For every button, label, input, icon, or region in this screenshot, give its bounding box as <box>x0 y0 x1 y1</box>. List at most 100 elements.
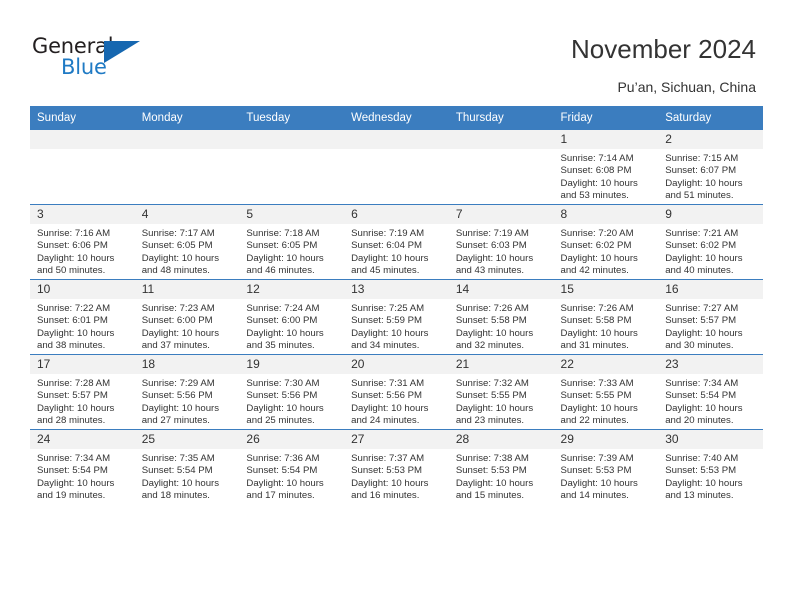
day-info-sunrise: Sunrise: 7:24 AM <box>246 303 320 314</box>
day-info-sunset: Sunset: 6:04 PM <box>351 240 423 252</box>
day-info-daylight2: and 13 minutes. <box>665 490 734 502</box>
day-info-sunrise: Sunrise: 7:40 AM <box>665 453 739 464</box>
day-info-sunset: Sunset: 5:55 PM <box>455 390 527 402</box>
day-info-sunset: Sunset: 5:56 PM <box>141 390 213 402</box>
day-sun-info: Sunrise: 7:32 AM Sunset: 5:55 PM Daylight:… <box>449 374 554 428</box>
calendar-day-cell[interactable]: 6 Sunrise: 7:19 AM Sunset: 6:04 PM Daylight… <box>344 204 449 280</box>
day-sun-info: Sunrise: 7:34 AM Sunset: 5:54 PM Daylight:… <box>658 374 763 428</box>
day-sun-info: Sunrise: 7:33 AM Sunset: 5:55 PM Daylight:… <box>554 374 659 428</box>
day-sun-info: Sunrise: 7:23 AM Sunset: 6:00 PM Daylight:… <box>135 299 240 353</box>
calendar-day-cell[interactable]: 10 Sunrise: 7:22 AM Sunset: 6:01 PM Dayligh… <box>30 279 135 355</box>
calendar-day-cell[interactable]: 12 Sunrise: 7:24 AM Sunset: 6:00 PM Dayligh… <box>239 279 345 355</box>
calendar-day-cell[interactable]: 9 Sunrise: 7:21 AM Sunset: 6:02 PM Daylight… <box>658 204 763 280</box>
calendar-day-cell[interactable]: 18 Sunrise: 7:29 AM Sunset: 5:56 PM Dayligh… <box>134 354 240 430</box>
calendar-day-cell[interactable]: 22 Sunrise: 7:33 AM Sunset: 5:55 PM Dayligh… <box>553 354 659 430</box>
day-sun-info: Sunrise: 7:38 AM Sunset: 5:53 PM Daylight:… <box>449 449 554 503</box>
day-info-daylight2: and 14 minutes. <box>560 490 629 502</box>
calendar-day-cell[interactable]: 19 Sunrise: 7:30 AM Sunset: 5:56 PM Dayligh… <box>239 354 345 430</box>
day-info-sunset: Sunset: 5:58 PM <box>455 315 527 327</box>
day-info-daylight1: Daylight: 10 hours <box>37 402 115 414</box>
day-info-sunrise: Sunrise: 7:26 AM <box>560 303 634 314</box>
day-info-sunset: Sunset: 5:53 PM <box>351 465 423 477</box>
calendar-day-cell[interactable]: 13 Sunrise: 7:25 AM Sunset: 5:59 PM Dayligh… <box>344 279 449 355</box>
weekday-header-wednesday: Wednesday <box>344 106 449 130</box>
calendar-day-cell[interactable]: 30 Sunrise: 7:40 AM Sunset: 5:53 PM Dayligh… <box>658 429 763 504</box>
day-info-sunrise: Sunrise: 7:36 AM <box>246 453 320 464</box>
day-info-daylight1: Daylight: 10 hours <box>246 477 324 489</box>
day-sun-info: Sunrise: 7:14 AM Sunset: 6:08 PM Daylight:… <box>554 149 659 203</box>
day-number: 17 <box>30 355 135 374</box>
day-number: 6 <box>344 205 449 224</box>
calendar-day-cell[interactable]: 11 Sunrise: 7:23 AM Sunset: 6:00 PM Dayligh… <box>134 279 240 355</box>
calendar-day-cell[interactable]: 29 Sunrise: 7:39 AM Sunset: 5:53 PM Dayligh… <box>553 429 659 504</box>
day-sun-info: Sunrise: 7:26 AM Sunset: 5:58 PM Daylight:… <box>554 299 659 353</box>
calendar-day-cell[interactable]: 16 Sunrise: 7:27 AM Sunset: 5:57 PM Dayligh… <box>658 279 763 355</box>
day-info-daylight1: Daylight: 10 hours <box>560 177 638 189</box>
calendar-day-cell[interactable]: 5 Sunrise: 7:18 AM Sunset: 6:05 PM Daylight… <box>239 204 345 280</box>
day-info-daylight1: Daylight: 10 hours <box>455 402 534 414</box>
day-info-daylight1: Daylight: 10 hours <box>560 477 638 489</box>
calendar-day-cell[interactable]: 21 Sunrise: 7:32 AM Sunset: 5:55 PM Dayligh… <box>448 354 554 430</box>
day-info-daylight2: and 30 minutes. <box>665 340 734 352</box>
calendar-day-cell[interactable]: 1 Sunrise: 7:14 AM Sunset: 6:08 PM Daylight… <box>553 129 659 205</box>
day-number: 5 <box>239 205 345 224</box>
calendar-day-cell[interactable]: 4 Sunrise: 7:17 AM Sunset: 6:05 PM Daylight… <box>134 204 240 280</box>
calendar-day-cell[interactable]: 2 Sunrise: 7:15 AM Sunset: 6:07 PM Daylight… <box>658 129 763 205</box>
day-info-daylight1: Daylight: 10 hours <box>37 252 115 264</box>
day-info-daylight2: and 37 minutes. <box>141 340 210 352</box>
day-info-sunset: Sunset: 5:56 PM <box>246 390 318 402</box>
day-info-daylight1: Daylight: 10 hours <box>560 327 638 339</box>
calendar-day-cell[interactable]: 23 Sunrise: 7:34 AM Sunset: 5:54 PM Dayligh… <box>658 354 763 430</box>
day-number: 23 <box>658 355 763 374</box>
day-number: 15 <box>553 280 659 299</box>
day-info-sunrise: Sunrise: 7:15 AM <box>665 153 739 164</box>
day-info-daylight2: and 24 minutes. <box>351 415 420 427</box>
day-info-daylight1: Daylight: 10 hours <box>455 327 534 339</box>
day-info-sunset: Sunset: 5:54 PM <box>665 390 737 402</box>
calendar-day-cell[interactable]: 8 Sunrise: 7:20 AM Sunset: 6:02 PM Daylight… <box>553 204 659 280</box>
day-sun-info: Sunrise: 7:37 AM Sunset: 5:53 PM Daylight:… <box>344 449 449 503</box>
weekday-header-thursday: Thursday <box>448 106 554 130</box>
day-info-daylight1: Daylight: 10 hours <box>665 177 743 189</box>
calendar-day-cell[interactable]: 20 Sunrise: 7:31 AM Sunset: 5:56 PM Dayligh… <box>344 354 449 430</box>
calendar-day-cell[interactable]: 3 Sunrise: 7:16 AM Sunset: 6:06 PM Daylight… <box>30 204 135 280</box>
calendar-day-cell[interactable]: 17 Sunrise: 7:28 AM Sunset: 5:57 PM Dayligh… <box>30 354 135 430</box>
day-info-sunrise: Sunrise: 7:30 AM <box>246 378 320 389</box>
day-info-daylight2: and 19 minutes. <box>37 490 106 502</box>
calendar-day-cell[interactable]: 28 Sunrise: 7:38 AM Sunset: 5:53 PM Dayligh… <box>448 429 554 504</box>
day-number <box>448 130 554 149</box>
day-info-daylight1: Daylight: 10 hours <box>351 252 429 264</box>
day-info-sunrise: Sunrise: 7:29 AM <box>141 378 215 389</box>
day-info-sunrise: Sunrise: 7:19 AM <box>351 228 425 239</box>
day-number: 3 <box>30 205 135 224</box>
day-info-sunrise: Sunrise: 7:33 AM <box>560 378 634 389</box>
day-number: 30 <box>658 430 763 449</box>
day-info-daylight2: and 22 minutes. <box>560 415 629 427</box>
logo-triangle-icon <box>104 41 140 63</box>
day-info-sunset: Sunset: 6:07 PM <box>665 165 737 177</box>
day-info-daylight2: and 15 minutes. <box>455 490 525 502</box>
day-info-sunrise: Sunrise: 7:23 AM <box>141 303 215 314</box>
calendar-day-cell[interactable]: 24 Sunrise: 7:34 AM Sunset: 5:54 PM Dayligh… <box>30 429 135 504</box>
day-sun-info: Sunrise: 7:31 AM Sunset: 5:56 PM Daylight:… <box>344 374 449 428</box>
weekday-header-monday: Monday <box>134 106 240 130</box>
calendar-day-cell[interactable]: 27 Sunrise: 7:37 AM Sunset: 5:53 PM Dayligh… <box>344 429 449 504</box>
general-blue-logo[interactable]: General Blue <box>32 36 162 84</box>
calendar-day-cell[interactable]: 25 Sunrise: 7:35 AM Sunset: 5:54 PM Dayligh… <box>134 429 240 504</box>
day-info-sunrise: Sunrise: 7:32 AM <box>455 378 529 389</box>
calendar-day-cell[interactable]: 15 Sunrise: 7:26 AM Sunset: 5:58 PM Dayligh… <box>553 279 659 355</box>
day-number: 10 <box>30 280 135 299</box>
day-info-sunrise: Sunrise: 7:26 AM <box>455 303 529 314</box>
day-number: 18 <box>134 355 240 374</box>
logo-text-blue: Blue <box>61 55 107 79</box>
calendar-day-cell[interactable]: 26 Sunrise: 7:36 AM Sunset: 5:54 PM Dayligh… <box>239 429 345 504</box>
day-info-sunrise: Sunrise: 7:34 AM <box>665 378 739 389</box>
calendar-day-cell[interactable]: 14 Sunrise: 7:26 AM Sunset: 5:58 PM Dayligh… <box>448 279 554 355</box>
day-info-sunset: Sunset: 5:55 PM <box>560 390 632 402</box>
calendar-day-cell[interactable]: 7 Sunrise: 7:19 AM Sunset: 6:03 PM Daylight… <box>448 204 554 280</box>
day-info-sunset: Sunset: 5:58 PM <box>560 315 632 327</box>
day-info-daylight2: and 31 minutes. <box>560 340 629 352</box>
day-info-daylight2: and 38 minutes. <box>37 340 106 352</box>
day-info-daylight2: and 53 minutes. <box>560 190 629 202</box>
day-sun-info: Sunrise: 7:30 AM Sunset: 5:56 PM Daylight:… <box>239 374 344 428</box>
